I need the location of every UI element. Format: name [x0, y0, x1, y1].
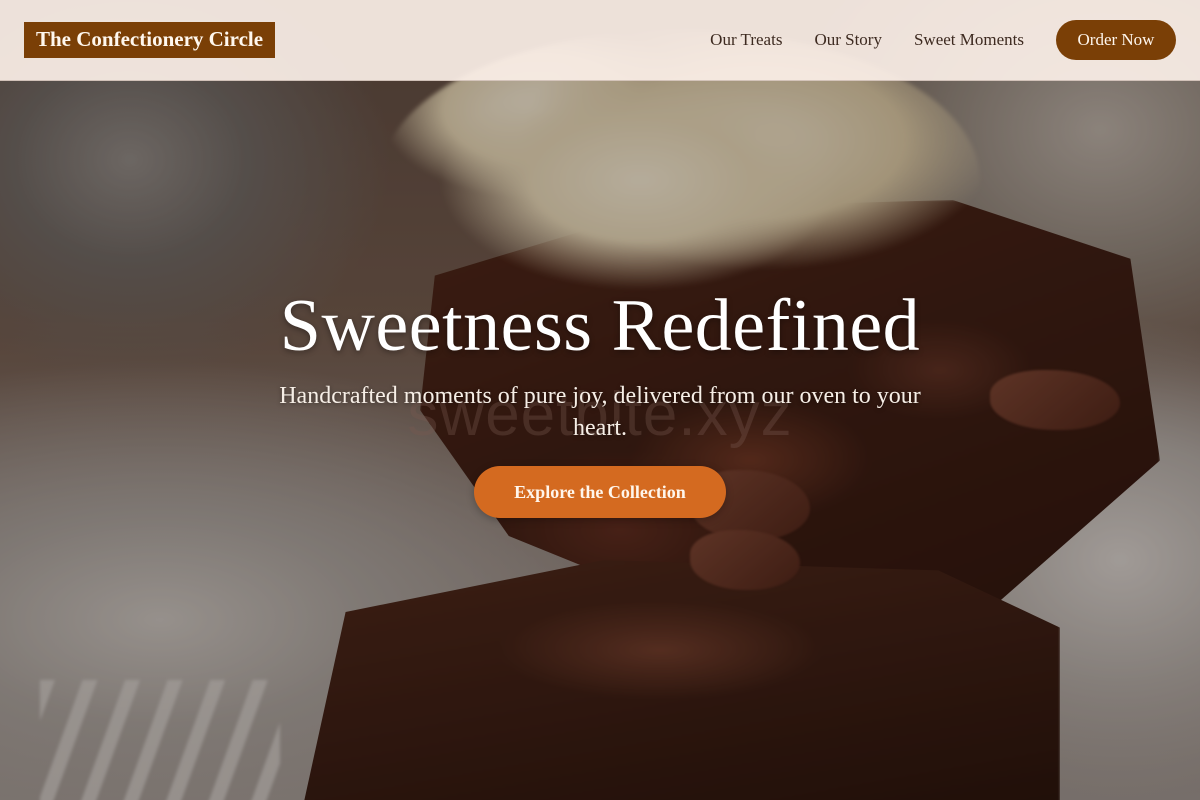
nav-link-our-story[interactable]: Our Story — [814, 30, 882, 50]
nav-link-sweet-moments[interactable]: Sweet Moments — [914, 30, 1024, 50]
hero-section: Sweetness Redefined sweetbite.xyz Handcr… — [0, 280, 1200, 518]
hero-subtitle: Handcrafted moments of pure joy, deliver… — [279, 383, 921, 441]
nav-link-our-treats[interactable]: Our Treats — [710, 30, 782, 50]
site-logo[interactable]: The Confectionery Circle — [24, 22, 276, 58]
hero-title: Sweetness Redefined — [279, 285, 921, 367]
site-header: The Confectionery Circle Our Treats Our … — [0, 0, 1200, 81]
order-now-button[interactable]: Order Now — [1056, 20, 1176, 60]
hero-subtitle-wrapper: sweetbite.xyz Handcrafted moments of pur… — [270, 380, 930, 448]
explore-collection-button[interactable]: Explore the Collection — [474, 466, 726, 518]
main-nav: Our Treats Our Story Sweet Moments Order… — [710, 20, 1176, 60]
